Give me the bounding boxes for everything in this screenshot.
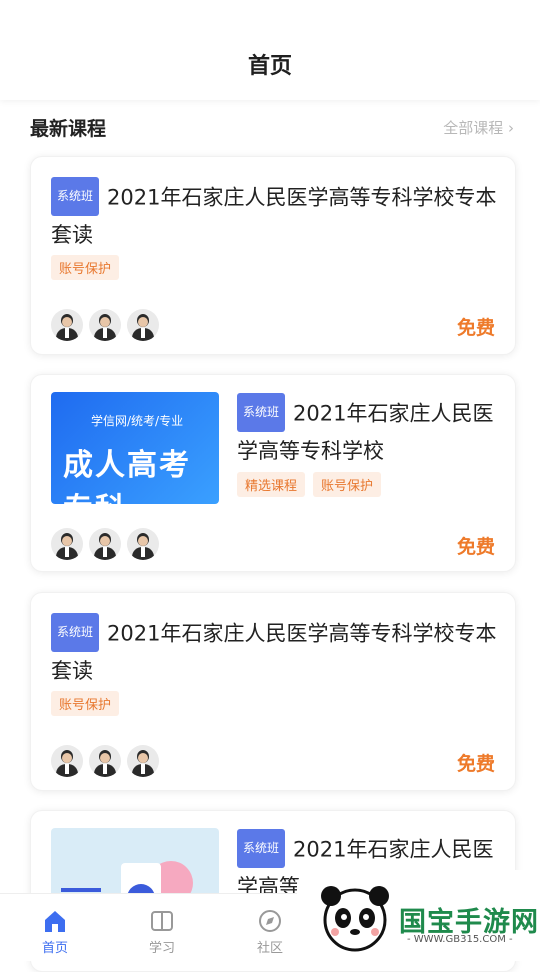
course-card[interactable]: 系统班 2021年石家庄人民医学高等专科学校专本套读 账号保护 免费 [30, 156, 516, 355]
section-title: 最新课程 [30, 118, 107, 140]
tab-label: 学习 [148, 941, 175, 956]
thumbnail-subtitle: 学信网/统考/专业 [91, 414, 184, 428]
course-title: 系统班 2021年石家庄人民医学高等专科学校专本套读 [51, 177, 501, 253]
avatar [89, 745, 121, 777]
course-title-block: 系统班2021年石家庄人民医学高等专科学校 [237, 393, 507, 469]
tab-community[interactable]: 社区 [240, 894, 300, 961]
avatar [127, 745, 159, 777]
tab-label: 社区 [256, 941, 283, 956]
teacher-avatars [51, 745, 165, 781]
course-price: 免费 [456, 317, 495, 339]
avatar [51, 309, 83, 341]
course-tag: 精选课程 [237, 472, 306, 497]
avatar [51, 528, 83, 560]
avatar [89, 309, 121, 341]
avatar [89, 528, 121, 560]
course-title: 系统班2021年石家庄人民医学高等专科学校 [237, 393, 507, 469]
course-price: 免费 [456, 536, 495, 558]
course-tags: 精选课程 账号保护 [237, 472, 389, 497]
watermark-url: - WWW.GB315.COM - [407, 934, 513, 945]
course-card[interactable]: 系统班 2021年石家庄人民医学高等专科学校专本套读 账号保护 免费 [30, 592, 516, 791]
avatar [127, 528, 159, 560]
course-badge: 系统班 [51, 613, 100, 652]
avatar [127, 309, 159, 341]
course-tags: 账号保护 [51, 255, 127, 280]
course-tag: 账号保护 [313, 472, 382, 497]
course-badge: 系统班 [237, 829, 286, 868]
course-thumbnail: 学信网/统考/专业 成人高考专科 [51, 392, 219, 504]
course-tag: 账号保护 [51, 691, 120, 716]
panda-logo-icon [321, 886, 389, 952]
tab-label: 首页 [41, 941, 68, 956]
thumbnail-title: 成人高考专科 [63, 448, 191, 504]
course-card[interactable]: 学信网/统考/专业 成人高考专科 系统班2021年石家庄人民医学高等专科学校 精… [30, 374, 516, 572]
tab-study[interactable]: 学习 [132, 894, 192, 961]
course-tags: 账号保护 [51, 691, 127, 716]
all-courses-link[interactable]: 全部课程 › [443, 117, 514, 138]
course-title: 系统班 2021年石家庄人民医学高等专科学校专本套读 [51, 613, 501, 689]
teacher-avatars [51, 309, 165, 345]
tab-home[interactable]: 首页 [25, 894, 85, 961]
avatar [51, 745, 83, 777]
section-header: 最新课程 全部课程 › [30, 112, 514, 140]
course-badge: 系统班 [237, 393, 286, 432]
course-price: 免费 [456, 753, 495, 775]
teacher-avatars [51, 528, 165, 564]
course-badge: 系统班 [51, 177, 100, 216]
home-icon [45, 911, 65, 932]
compass-icon [259, 910, 281, 932]
course-title-block: 系统班 2021年石家庄人民医学高等专科学校专本套读 [51, 613, 501, 689]
watermark: 国宝手游网 - WWW.GB315.COM - [297, 870, 540, 960]
page-title: 首页 [247, 54, 292, 79]
top-header: 首页 [0, 0, 540, 100]
book-icon [151, 911, 173, 931]
course-tag: 账号保护 [51, 255, 120, 280]
course-title-block: 系统班 2021年石家庄人民医学高等专科学校专本套读 [51, 177, 501, 253]
